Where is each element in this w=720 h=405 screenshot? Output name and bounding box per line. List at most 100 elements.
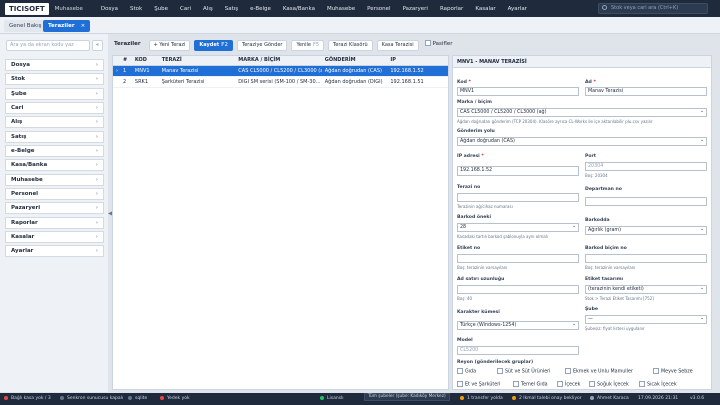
menu-kasalar[interactable]: Kasalar: [469, 6, 501, 12]
checkbox[interactable]: [424, 40, 431, 46]
tab-genel-bakis[interactable]: Genel Bakış: [4, 20, 47, 32]
ip-field[interactable]: 192.168.1.52: [457, 166, 579, 176]
tab-teraziler[interactable]: Teraziler ×: [43, 20, 91, 32]
scale-folder-button[interactable]: Terazi Klasörü: [328, 39, 373, 51]
menu-ebelge[interactable]: e-Belge: [244, 6, 277, 12]
column-terazi[interactable]: TERAZİ: [159, 56, 236, 65]
reyon-checkbox[interactable]: Sıcak İçecek: [639, 381, 677, 388]
sidebar-item-cari[interactable]: Cari ›: [5, 102, 104, 115]
sidebar-item-satis[interactable]: Satış ›: [5, 130, 104, 143]
tab-bar: Genel Bakış Teraziler ×: [0, 17, 720, 34]
checkbox[interactable]: [497, 368, 503, 374]
checkbox[interactable]: [557, 381, 563, 387]
checkbox[interactable]: [513, 381, 519, 387]
model-field[interactable]: CL5200: [457, 346, 579, 355]
checkbox[interactable]: [457, 381, 463, 387]
sidebar-collapse-button[interactable]: «: [92, 40, 103, 51]
sidebar-item-pazaryeri[interactable]: Pazaryeri ›: [5, 202, 104, 215]
sidebar-search-input[interactable]: Ara ya da ekran kodu yaz: [6, 40, 90, 51]
departman-field[interactable]: [585, 197, 707, 206]
menu-cari[interactable]: Cari: [174, 6, 197, 12]
status-sync: Senkron sunucusu kapalı: [60, 393, 123, 405]
karakter-label: Karakter kümesi: [457, 310, 500, 315]
sidebar-item-ayarlar[interactable]: Ayarlar ›: [5, 245, 104, 258]
menu-dosya[interactable]: Dosya: [95, 6, 124, 12]
chevron-right-icon: ›: [95, 176, 98, 183]
menu-alis[interactable]: Alış: [197, 6, 219, 12]
marka-select[interactable]: CAS CL5000 / CL5200 / CL3000 (ağ): [457, 108, 707, 117]
table-row[interactable]: › 1 MNV1 Manav Terazisi CAS CL5000 / CL5…: [113, 66, 448, 77]
passive-toggle[interactable]: Pasifler: [423, 40, 457, 51]
sidebar-item-stok[interactable]: Stok ›: [5, 73, 104, 86]
chevron-right-icon: ›: [95, 105, 98, 112]
refresh-button[interactable]: Yenile F5: [291, 39, 325, 51]
menu-muhasebe[interactable]: Muhasebe: [321, 6, 361, 12]
sidebar-item-raporlar[interactable]: Raporlar ›: [5, 216, 104, 229]
menu-pazaryeri[interactable]: Pazaryeri: [397, 6, 434, 12]
cash-scale-button[interactable]: Kasa Terazisi: [376, 39, 419, 51]
column-kod[interactable]: KOD: [132, 56, 159, 65]
chevron-right-icon: ›: [95, 191, 98, 198]
new-scale-button[interactable]: + Yeni Terazi: [148, 39, 191, 51]
reyon-checkbox[interactable]: Meyve Sebze: [653, 368, 693, 375]
column-marka[interactable]: MARKA / BİÇİM: [235, 56, 321, 65]
checkbox[interactable]: [457, 368, 463, 374]
status-transfer: 1 transfer yolda: [460, 393, 503, 405]
port-field[interactable]: 20304: [585, 162, 707, 171]
menu-sube[interactable]: Şube: [148, 6, 174, 12]
app-brand: Muhasebe: [54, 5, 83, 12]
sidebar-item-kasa-banka[interactable]: Kasa/Banka ›: [5, 159, 104, 172]
column-gonderim[interactable]: GÖNDERİM: [322, 56, 388, 65]
reyon-checkbox[interactable]: İçecek: [557, 381, 580, 388]
save-button[interactable]: Kaydet F2: [194, 39, 234, 51]
send-to-scale-button[interactable]: Teraziye Gönder: [237, 39, 288, 51]
barkod-onek-select[interactable]: 28: [457, 223, 579, 232]
menu-personel[interactable]: Personel: [361, 6, 396, 12]
tasarim-select[interactable]: (terazinin kendi etiketi): [585, 285, 707, 294]
menu-ayarlar[interactable]: Ayarlar: [502, 6, 533, 12]
menu-stok[interactable]: Stok: [124, 6, 148, 12]
checkbox[interactable]: [565, 368, 571, 374]
gonderim-select[interactable]: Ağdan doğrudan (CAS): [457, 137, 707, 146]
ad-field[interactable]: Manav Terazisi: [585, 87, 707, 96]
reyon-checkbox[interactable]: Gıda: [457, 368, 476, 375]
close-icon[interactable]: ×: [81, 23, 86, 29]
branch-selector[interactable]: Tüm şubeler (şube: Kadıköy Merkez): [364, 393, 450, 401]
sidebar-item-kasalar[interactable]: Kasalar ›: [5, 231, 104, 244]
sube-select[interactable]: —: [585, 315, 707, 324]
app-logo[interactable]: TICISOFT: [5, 2, 49, 15]
karakter-select[interactable]: Türkçe (Windows-1254): [457, 321, 579, 330]
checkbox[interactable]: [653, 368, 659, 374]
kod-field[interactable]: MNV1: [457, 87, 579, 96]
detail-header: MNV1 - MANAV TERAZİSİ: [453, 56, 711, 68]
checkbox[interactable]: [589, 381, 595, 387]
sidebar-item-ebelge[interactable]: e-Belge ›: [5, 145, 104, 158]
global-search-input[interactable]: Stok veya cari ara (Ctrl+K): [598, 3, 708, 14]
menu-kasa-banka[interactable]: Kasa/Banka: [277, 6, 321, 12]
barkod-bicim-field[interactable]: [585, 254, 707, 263]
checkbox[interactable]: [639, 381, 645, 387]
status-db: sqlite: [128, 393, 147, 405]
menu-raporlar[interactable]: Raporlar: [434, 6, 469, 12]
ad-satir-field[interactable]: [457, 285, 579, 294]
terazi-no-field[interactable]: [457, 193, 579, 202]
reyon-checkbox[interactable]: Et ve Şarküteri: [457, 381, 501, 388]
menu-satis[interactable]: Satış: [219, 6, 244, 12]
sidebar-item-personel[interactable]: Personel ›: [5, 188, 104, 201]
status-dot-icon: [320, 395, 324, 400]
column-ip[interactable]: IP: [387, 56, 448, 65]
reyon-checkbox[interactable]: Temel Gıda: [513, 381, 548, 388]
sidebar-item-alis[interactable]: Alış ›: [5, 116, 104, 129]
chevron-right-icon: ›: [95, 219, 98, 226]
chevron-right-icon: ›: [95, 62, 98, 68]
sidebar-item-muhasebe[interactable]: Muhasebe ›: [5, 173, 104, 186]
reyon-checkbox[interactable]: Süt ve Süt Ürünleri: [497, 368, 550, 375]
etiket-field[interactable]: [457, 254, 579, 263]
sidebar-item-dosya[interactable]: Dosya ›: [5, 59, 104, 71]
reyon-checkbox[interactable]: Soğuk İçecek: [589, 381, 629, 388]
column-no[interactable]: #: [120, 56, 132, 65]
reyon-checkbox[interactable]: Ekmek ve Unlu Mamuller: [565, 368, 633, 375]
barkodda-select[interactable]: Ağırlık (gram): [585, 226, 707, 235]
sidebar-item-sube[interactable]: Şube ›: [5, 87, 104, 100]
table-row[interactable]: 2 SRK1 Şarküteri Terazisi DIGI SM serisi…: [113, 77, 448, 88]
